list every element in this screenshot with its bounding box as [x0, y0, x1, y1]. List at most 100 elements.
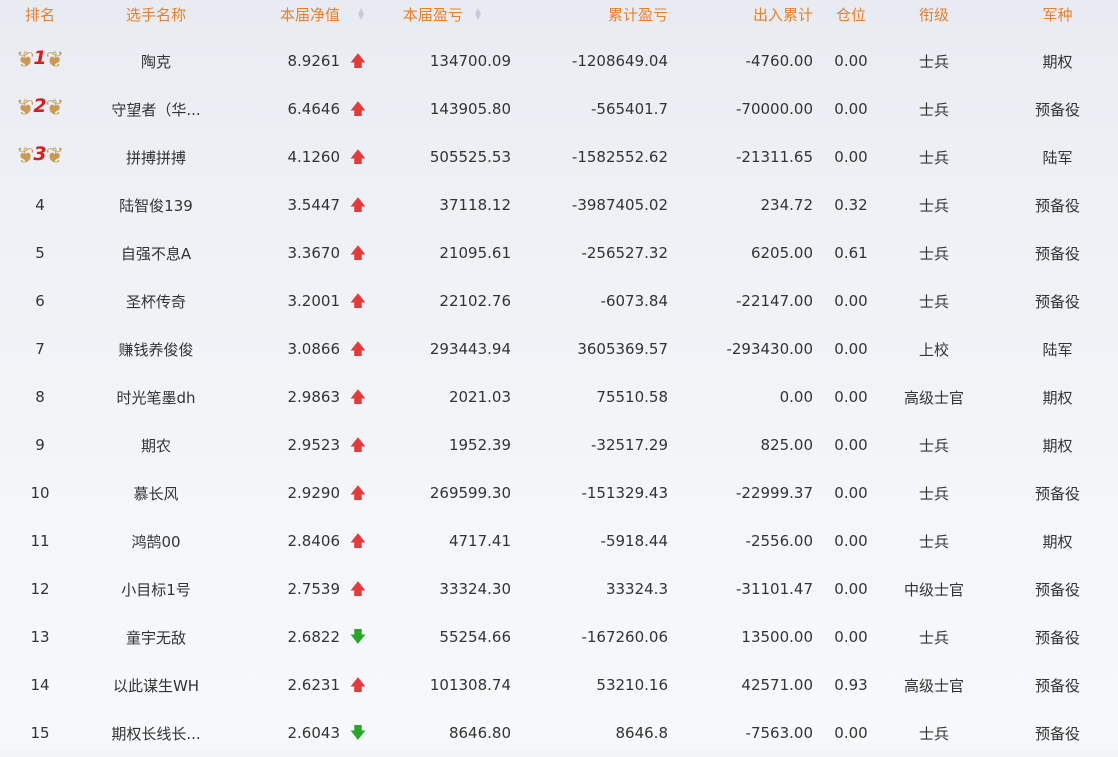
army-type: 预备役 — [1034, 580, 1080, 599]
nav-value: 8.9261 — [287, 52, 341, 70]
trend-indicator: 🡅 — [346, 37, 370, 85]
trend-indicator: 🡅 — [346, 661, 370, 709]
table-row[interactable]: 4 陆智俊139 3.5447 🡅 37118.12 -3987405.02 23… — [0, 181, 1118, 229]
profit-value: 55254.66 — [439, 628, 511, 646]
army-type: 预备役 — [1034, 628, 1080, 647]
rank-title: 士兵 — [918, 244, 949, 263]
nav-value: 3.3670 — [287, 244, 341, 262]
position-ratio: 0.00 — [834, 148, 868, 166]
profit-value: 293443.94 — [429, 340, 511, 358]
rank-number: 11 — [30, 532, 50, 550]
table-row[interactable]: ❦ 2 ❦ 守望者（华... 6.4646 🡅 143905.80 -56540… — [0, 85, 1118, 133]
player-name[interactable]: 时光笔墨dh — [86, 373, 226, 421]
header-army: 军种 — [1042, 5, 1073, 24]
nav-value: 2.9863 — [287, 388, 341, 406]
table-row[interactable]: 6 圣杯传奇 3.2001 🡅 22102.76 -6073.84 -22147.… — [0, 277, 1118, 325]
position-ratio: 0.61 — [834, 244, 868, 262]
arrow-up-icon: 🡅 — [349, 195, 367, 214]
table-row[interactable]: 13 童宇无敌 2.6822 🡇 55254.66 -167260.06 1350… — [0, 613, 1118, 661]
position-ratio: 0.00 — [834, 100, 868, 118]
header-name: 选手名称 — [125, 5, 186, 24]
sort-icon: ▲ ▼ — [474, 6, 481, 21]
rank-medal: ❦ 3 ❦ — [0, 133, 80, 181]
player-name[interactable]: 小目标1号 — [86, 565, 226, 613]
position-ratio: 0.00 — [834, 292, 868, 310]
sort-nav-icon[interactable]: ▲ ▼ — [346, 0, 370, 28]
army-type: 预备役 — [1034, 196, 1080, 215]
arrow-down-icon: 🡇 — [349, 723, 367, 742]
trend-indicator: 🡅 — [346, 325, 370, 373]
table-row[interactable]: 5 自强不息A 3.3670 🡅 21095.61 -256527.32 6205… — [0, 229, 1118, 277]
profit-value: 101308.74 — [429, 676, 511, 694]
table-row[interactable]: 14 以此谋生WH 2.6231 🡅 101308.74 53210.16 425… — [0, 661, 1118, 709]
cash-flow: -70000.00 — [736, 100, 813, 118]
player-name[interactable]: 鸿鹄00 — [86, 517, 226, 565]
table-row[interactable]: ❦ 3 ❦ 拼搏拼搏 4.1260 🡅 505525.53 -1582552.6… — [0, 133, 1118, 181]
position-ratio: 0.00 — [834, 52, 868, 70]
table-row[interactable]: 11 鸿鹄00 2.8406 🡅 4717.41 -5918.44 -2556.0… — [0, 517, 1118, 565]
table-row[interactable]: 7 赚钱养俊俊 3.0866 🡅 293443.94 3605369.57 -29… — [0, 325, 1118, 373]
position-ratio: 0.93 — [834, 676, 868, 694]
cumulative-profit: -256527.32 — [581, 244, 668, 262]
army-type: 预备役 — [1034, 484, 1080, 503]
player-name[interactable]: 童宇无敌 — [86, 613, 226, 661]
army-type: 陆军 — [1042, 148, 1073, 167]
cash-flow: -4760.00 — [745, 52, 813, 70]
nav-value: 3.2001 — [287, 292, 341, 310]
arrow-up-icon: 🡅 — [349, 483, 367, 502]
wing-medal-icon: ❦ 1 ❦ — [15, 47, 65, 73]
arrow-up-icon: 🡅 — [349, 531, 367, 550]
player-name[interactable]: 守望者（华... — [86, 85, 226, 133]
position-ratio: 0.32 — [834, 196, 868, 214]
cumulative-profit: -1208649.04 — [571, 52, 668, 70]
table-row[interactable]: 12 小目标1号 2.7539 🡅 33324.30 33324.3 -31101… — [0, 565, 1118, 613]
rank-title: 士兵 — [918, 292, 949, 311]
army-type: 预备役 — [1034, 244, 1080, 263]
arrow-up-icon: 🡅 — [349, 99, 367, 118]
rank-title: 士兵 — [918, 484, 949, 503]
cumulative-profit: -3987405.02 — [571, 196, 668, 214]
cumulative-profit: -32517.29 — [591, 436, 668, 454]
cash-flow: -22999.37 — [736, 484, 813, 502]
player-name[interactable]: 圣杯传奇 — [86, 277, 226, 325]
army-type: 期权 — [1042, 532, 1073, 551]
nav-value: 6.4646 — [287, 100, 341, 118]
table-row[interactable]: ❦ 1 ❦ 陶克 8.9261 🡅 134700.09 -1208649.04 … — [0, 37, 1118, 85]
header-cum: 累计盈亏 — [607, 5, 668, 24]
table-row[interactable]: 8 时光笔墨dh 2.9863 🡅 2021.03 75510.58 0.00 0… — [0, 373, 1118, 421]
army-type: 预备役 — [1034, 100, 1080, 119]
player-name[interactable]: 陆智俊139 — [86, 181, 226, 229]
rank-number: 9 — [35, 436, 45, 454]
sort-icon: ▲ ▼ — [358, 6, 365, 21]
trend-indicator: 🡅 — [346, 421, 370, 469]
army-type: 陆军 — [1042, 340, 1073, 359]
cumulative-profit: -6073.84 — [600, 292, 668, 310]
arrow-down-icon: 🡇 — [349, 627, 367, 646]
player-name[interactable]: 拼搏拼搏 — [86, 133, 226, 181]
player-name[interactable]: 自强不息A — [86, 229, 226, 277]
cash-flow: -31101.47 — [736, 580, 813, 598]
table-row[interactable]: 10 慕长风 2.9290 🡅 269599.30 -151329.43 -229… — [0, 469, 1118, 517]
arrow-up-icon: 🡅 — [349, 291, 367, 310]
rank-number: 12 — [30, 580, 50, 598]
position-ratio: 0.00 — [834, 484, 868, 502]
rank-title: 士兵 — [918, 628, 949, 647]
rank-number: 6 — [35, 292, 45, 310]
ranking-table: 排名 选手名称 本届净值 ▲ ▼ 本届盈亏 ▲ ▼ 累计盈亏 出入累计 仓位 衔级 … — [0, 0, 1118, 750]
cash-flow: 825.00 — [760, 436, 814, 454]
rank-title: 中级士官 — [903, 580, 964, 599]
nav-value: 3.5447 — [287, 196, 341, 214]
army-type: 预备役 — [1034, 676, 1080, 695]
table-row[interactable]: 9 期农 2.9523 🡅 1952.39 -32517.29 825.00 0.… — [0, 421, 1118, 469]
nav-value: 2.7539 — [287, 580, 341, 598]
wing-medal-icon: ❦ 3 ❦ — [15, 143, 65, 169]
cumulative-profit: -1582552.62 — [571, 148, 668, 166]
header-nav[interactable]: 本届净值 — [232, 0, 340, 28]
player-name[interactable]: 期农 — [86, 421, 226, 469]
player-name[interactable]: 慕长风 — [86, 469, 226, 517]
profit-value: 37118.12 — [439, 196, 511, 214]
player-name[interactable]: 赚钱养俊俊 — [86, 325, 226, 373]
header-profit[interactable]: 本届盈亏 ▲ ▼ — [380, 0, 511, 28]
player-name[interactable]: 以此谋生WH — [86, 661, 226, 709]
player-name[interactable]: 陶克 — [86, 37, 226, 85]
